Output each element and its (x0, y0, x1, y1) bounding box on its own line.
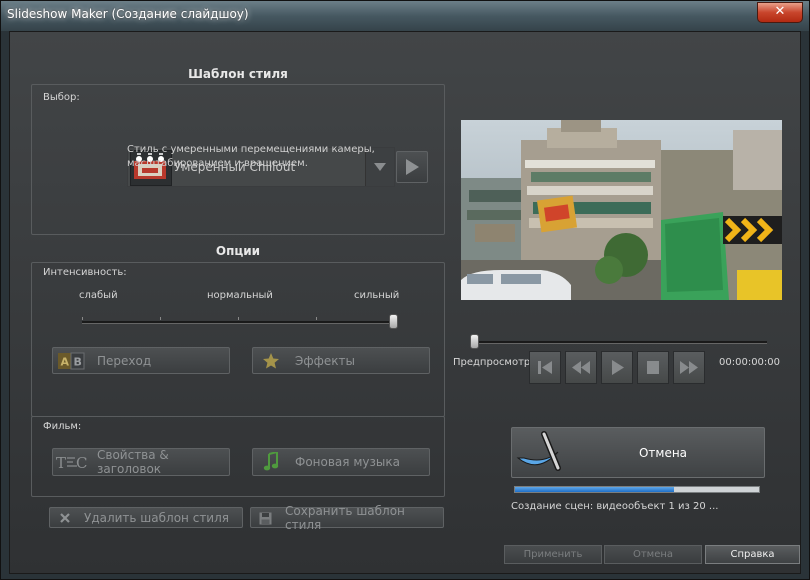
rewind-icon (572, 361, 590, 374)
floppy-disk-icon (257, 510, 273, 526)
progress-status: Создание сцен: видеообъект 1 из 20 ... (511, 501, 719, 512)
stop-button[interactable] (637, 351, 669, 384)
film-label: Фильм: (43, 421, 82, 432)
title-properties-icon: T C (55, 452, 89, 472)
intensity-strong-label: сильный (354, 290, 400, 301)
save-template-button-label: Сохранить шаблон стиля (285, 503, 405, 532)
preview-scrubber-knob[interactable] (470, 334, 479, 349)
film-group: Фильм: T C Свойства & заголовок Фоновая … (31, 416, 445, 497)
music-note-icon (261, 452, 281, 472)
transition-button-label: Переход (97, 353, 152, 368)
intensity-label: Интенсивность: (43, 267, 127, 278)
main-panel: Шаблон стиля Выбор: Умеренный Chillout С… (9, 31, 801, 574)
intensity-slider-knob[interactable] (389, 314, 398, 329)
intensity-weak-label: слабый (79, 290, 118, 301)
help-button[interactable]: Справка (705, 545, 800, 564)
svg-text:B: B (74, 356, 82, 369)
window-title: Slideshow Maker (Создание слайдшоу) (7, 7, 249, 21)
choice-label: Выбор: (43, 92, 80, 103)
effects-button-label: Эффекты (295, 353, 355, 368)
style-template-group: Выбор: Умеренный Chillout Стиль с умерен… (31, 84, 445, 235)
transition-button[interactable]: A B Переход (52, 347, 230, 374)
options-title: Опции (215, 244, 261, 258)
delete-x-icon (58, 510, 72, 526)
skip-to-start-button[interactable] (529, 351, 561, 384)
background-music-button-label: Фоновая музыка (295, 455, 400, 469)
style-template-title: Шаблон стиля (188, 67, 288, 81)
app-window: Slideshow Maker (Создание слайдшоу) ✕ Ша… (0, 0, 810, 580)
apply-button[interactable]: Применить (504, 545, 602, 564)
stop-icon (647, 361, 659, 374)
properties-title-button[interactable]: T C Свойства & заголовок (52, 448, 230, 476)
svg-text:T: T (56, 454, 66, 472)
star-icon (261, 351, 281, 371)
delete-template-button[interactable]: Удалить шаблон стиля (49, 507, 243, 528)
background-music-button[interactable]: Фоновая музыка (252, 448, 430, 476)
intensity-slider-track (82, 321, 394, 324)
options-group: Интенсивность: слабый нормальный сильный… (31, 262, 445, 417)
fast-forward-icon (680, 361, 698, 374)
properties-title-button-label: Свойства & заголовок (97, 448, 169, 476)
save-template-button[interactable]: Сохранить шаблон стиля (250, 503, 444, 532)
timecode-display: 00:00:00:00 (719, 357, 781, 368)
transition-ab-icon: A B (57, 351, 85, 371)
effects-button[interactable]: Эффекты (252, 347, 430, 374)
skip-start-icon (538, 361, 552, 374)
intensity-normal-label: нормальный (207, 290, 273, 301)
progress-cancel-label: Отмена (638, 445, 688, 460)
preview-label: Предпросмотр (453, 357, 531, 368)
scene-progress-fill (515, 487, 674, 492)
preview-image (461, 120, 782, 300)
progress-cancel-button[interactable]: Отмена (511, 427, 765, 478)
fast-forward-button[interactable] (673, 351, 705, 384)
cancel-button[interactable]: Отмена (604, 545, 702, 564)
rewind-button[interactable] (565, 351, 597, 384)
svg-text:C: C (76, 454, 87, 472)
template-description: Стиль с умеренными перемещениями камеры,… (127, 143, 447, 171)
scene-progress-bar (514, 486, 760, 493)
description-line-2: масштабированием и вращением. (127, 158, 308, 169)
preview-scrubber-track (473, 341, 767, 344)
play-button[interactable] (601, 351, 633, 384)
play-icon (612, 360, 624, 375)
delete-template-button-label: Удалить шаблон стиля (84, 510, 229, 525)
svg-text:A: A (61, 356, 70, 369)
close-button[interactable]: ✕ (757, 2, 803, 23)
title-bar[interactable]: Slideshow Maker (Создание слайдшоу) ✕ (1, 1, 809, 31)
description-line-1: Стиль с умеренными перемещениями камеры, (127, 144, 375, 155)
